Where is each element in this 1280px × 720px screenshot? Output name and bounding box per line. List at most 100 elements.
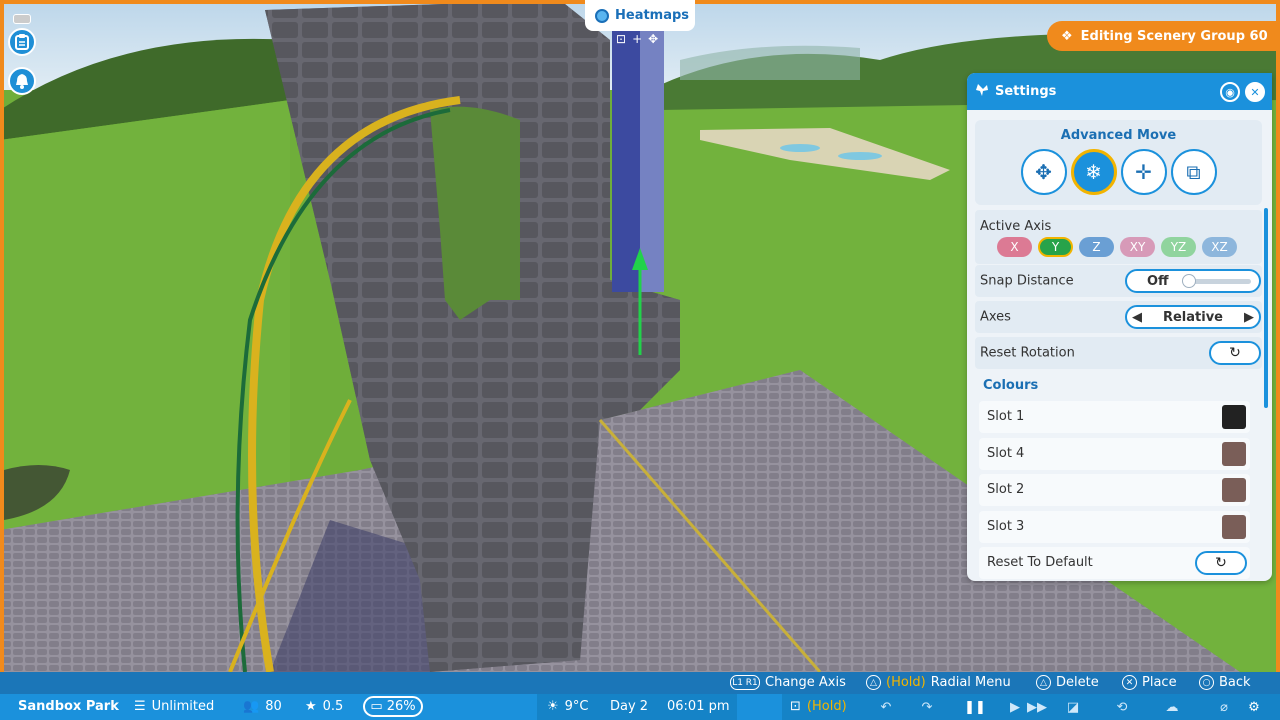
undo-icon[interactable]: ↶ [876,698,896,716]
colour-slot-row[interactable]: Slot 1 [979,401,1250,433]
hint-delete-label: Delete [1056,675,1099,690]
slot-label: Slot 4 [987,446,1025,461]
colours-title: Colours [983,378,1039,393]
chevron-right-icon[interactable]: ▶ [1244,310,1254,325]
percent-value: 26% [386,699,416,714]
gizmo-controls: ⊡ + ✥ [616,32,658,46]
reset-rotation-row: Reset Rotation ↻ [975,337,1262,369]
scale-mode-button[interactable]: ⧉ [1170,149,1217,195]
scenery-tool-icon[interactable]: ◪ [1063,698,1083,716]
heatmaps-tab[interactable]: Heatmaps [585,0,695,31]
day-value: Day 2 [610,699,649,714]
resize-icon: ⧉ [1186,160,1201,184]
fast-forward-icon[interactable]: ▶▶ [1027,698,1047,716]
close-button[interactable]: ✕ [1245,82,1265,102]
pause-icon[interactable]: ❚❚ [964,698,986,716]
square-target-icon[interactable]: ⊡ [616,32,626,46]
square-button-icon: ⊡ [790,699,801,714]
hint-radial-menu-label: Radial Menu [930,675,1011,690]
axes-selector[interactable]: ◀ Relative ▶ [1125,305,1261,329]
status-bar: Sandbox Park ☰ Unlimited 👥 80 ★ 0.5 ▭ 26… [0,694,1280,720]
hint-back-label: Back [1219,675,1251,690]
colour-swatch[interactable] [1222,405,1246,429]
editing-scenery-badge: ❖ Editing Scenery Group 60 [1047,21,1280,51]
hint-radial-menu: △ (Hold) Radial Menu [866,675,1011,690]
rotate-mode-button[interactable]: ✛ [1120,149,1167,195]
time-weather-box: ☀ 9°C Day 2 06:01 pm [537,694,737,720]
hint-hold-label: (Hold) [886,675,926,690]
gear-icon[interactable]: ⚙ [1244,698,1264,716]
axes-row: Axes ◀ Relative ▶ [975,301,1262,333]
rotate-move-icon: ✛ [1135,160,1152,184]
play-icon[interactable]: ▶ [1005,698,1025,716]
advanced-move-mode-button[interactable]: ❄ [1070,149,1117,195]
move-cross-icon[interactable]: ✥ [648,32,658,46]
guests-value: 80 [265,699,282,714]
frame-left [0,0,4,672]
chevron-left-icon[interactable]: ◀ [1132,310,1142,325]
colour-slot-row[interactable]: Slot 3 [979,511,1250,543]
reset-rotation-button[interactable]: ↻ [1209,341,1261,365]
camera-icon[interactable]: ⌀ [1214,698,1234,716]
temperature-stat: ☀ 9°C [547,699,589,714]
folder-icon: ▭ [370,699,383,714]
axes-value: Relative [1162,309,1224,325]
redo-icon[interactable]: ↷ [917,698,937,716]
axis-y-button[interactable]: Y [1038,237,1073,257]
controller-hint-bar: L1 R1 Change Axis △ (Hold) Radial Menu △… [0,672,1280,694]
hint-delete: △ Delete [1036,675,1099,690]
reset-default-label: Reset To Default [987,555,1093,570]
notification-bell-icon[interactable] [8,67,36,95]
panel-scrollbar[interactable] [1264,208,1268,408]
colour-slot-row[interactable]: Slot 4 [979,438,1250,470]
colour-slot-row[interactable]: Slot 2 [979,474,1250,506]
settings-panel: Settings ◉ ✕ Advanced Move ✥ ❄ ✛ ⧉ Activ… [967,73,1272,581]
hold-label: (Hold) [806,699,847,714]
active-axis-label: Active Axis [980,219,1052,234]
reset-rotation-label: Reset Rotation [980,345,1075,361]
refresh-icon: ↻ [1215,555,1227,571]
axis-z-button[interactable]: Z [1079,237,1114,257]
axis-xy-button[interactable]: XY [1120,237,1155,257]
hint-change-axis: L1 R1 Change Axis [730,675,846,690]
triangle-button-icon: △ [1036,675,1051,690]
snap-distance-row: Snap Distance Off [975,265,1262,297]
money-stat[interactable]: ☰ Unlimited [134,699,214,714]
snap-slider-track [1187,279,1251,284]
time-value: 06:01 pm [667,699,730,714]
hint-place-label: Place [1142,675,1177,690]
clipboard-icon[interactable] [8,28,36,56]
reset-default-button[interactable]: ↻ [1195,551,1247,575]
circle-button-icon: ○ [1199,675,1214,690]
snowflake-move-icon: ❄ [1085,160,1102,184]
snap-slider-knob[interactable] [1182,274,1196,288]
axis-x-button[interactable]: X [997,237,1032,257]
advanced-move-section: Advanced Move ✥ ❄ ✛ ⧉ [975,120,1262,205]
rating-stat[interactable]: ★ 0.5 [305,699,343,714]
hint-change-axis-label: Change Axis [765,675,846,690]
axis-yz-button[interactable]: YZ [1161,237,1196,257]
star-icon: ★ [305,699,317,714]
scenery-group-icon: ❖ [1061,28,1073,44]
guests-stat[interactable]: 👥 80 [243,699,282,714]
plus-small-icon[interactable]: + [632,32,642,46]
money-value: Unlimited [151,699,215,714]
reset-default-row: Reset To Default ↻ [979,547,1250,579]
window-mini-icon[interactable] [13,14,31,24]
target-icon[interactable]: ◉ [1220,82,1240,102]
move-mode-button[interactable]: ✥ [1020,149,1067,195]
percent-stat[interactable]: ▭ 26% [363,696,423,717]
settings-icon [975,83,989,101]
colour-swatch[interactable] [1222,515,1246,539]
colour-swatch[interactable] [1222,442,1246,466]
cross-button-icon: ✕ [1122,675,1137,690]
grid-tool-icon[interactable]: ⟲ [1112,698,1132,716]
hint-place: ✕ Place [1122,675,1177,690]
weather-icon[interactable]: ☁ [1162,698,1182,716]
snap-distance-slider[interactable]: Off [1125,269,1261,293]
advanced-move-title: Advanced Move [1060,128,1177,143]
axis-xz-button[interactable]: XZ [1202,237,1237,257]
park-name[interactable]: Sandbox Park [18,699,119,714]
rating-value: 0.5 [322,699,344,714]
colour-swatch[interactable] [1222,478,1246,502]
